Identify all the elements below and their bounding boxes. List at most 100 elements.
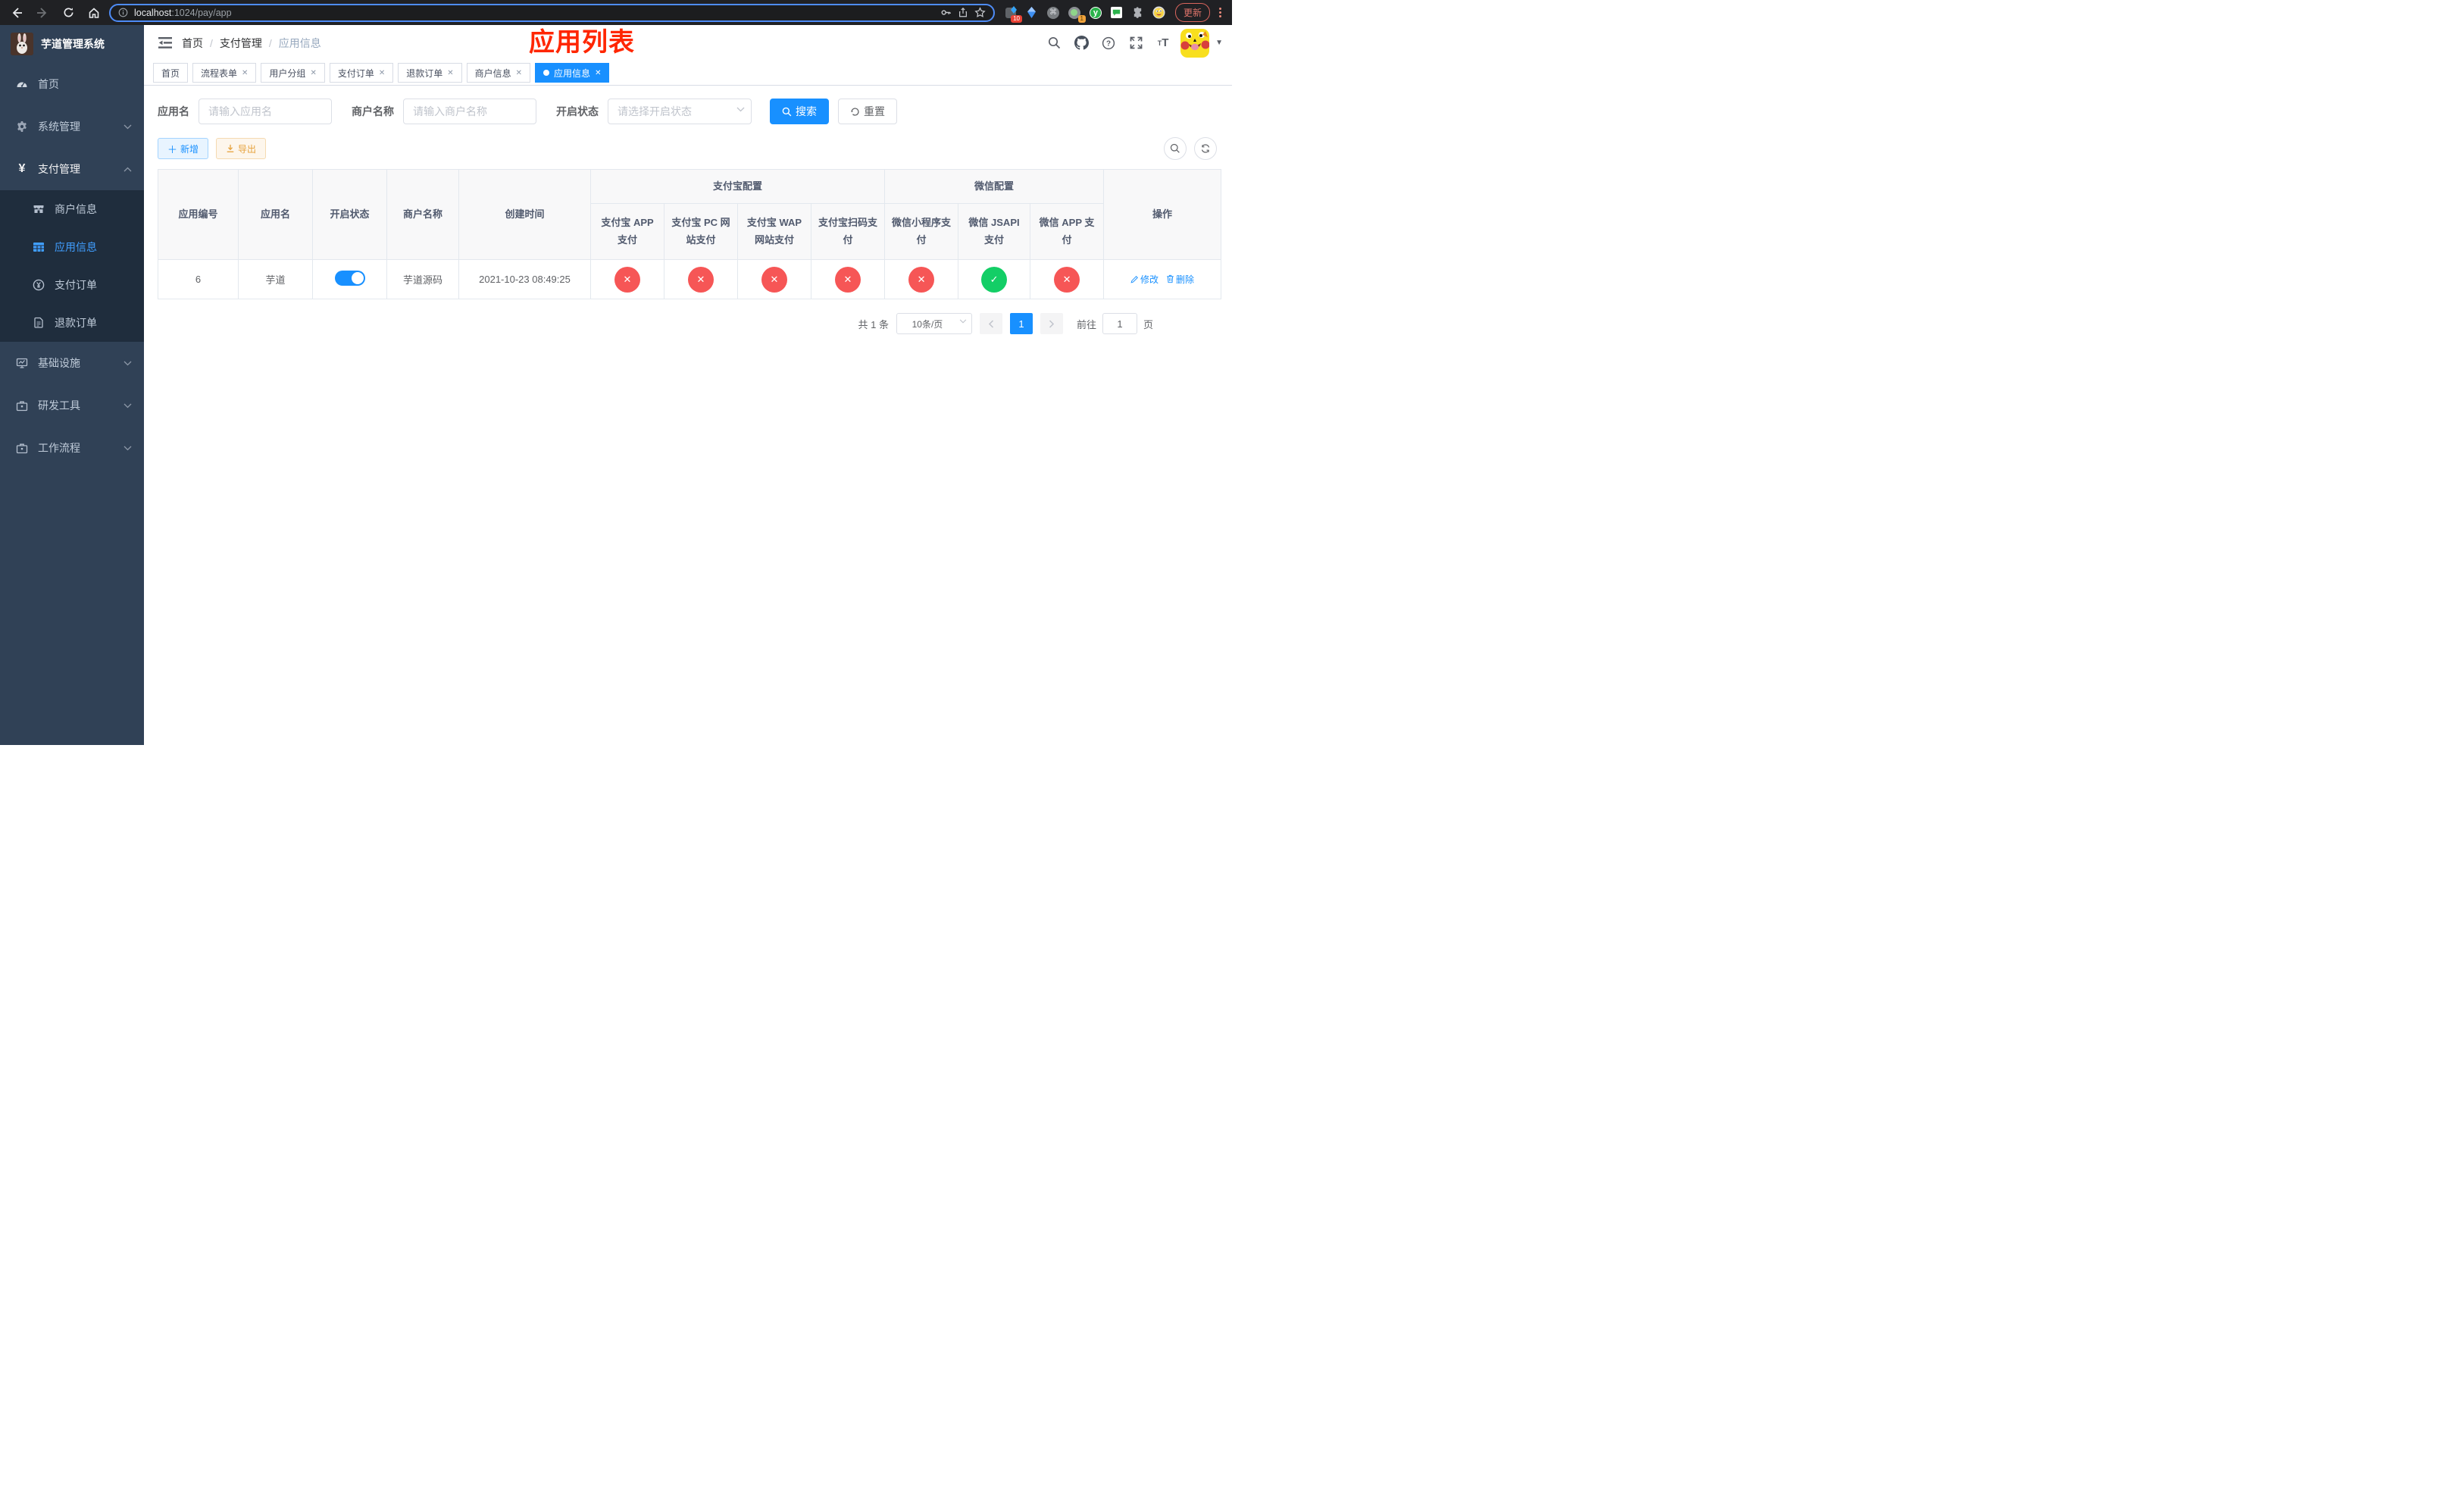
tab-home[interactable]: 首页 [153, 63, 189, 83]
goto-page-input[interactable] [1102, 313, 1137, 334]
export-button-label: 导出 [238, 143, 257, 155]
sidebar-item-home[interactable]: 首页 [0, 63, 144, 105]
reset-button[interactable]: 重置 [838, 99, 897, 124]
chrome-menu-button[interactable] [1215, 8, 1226, 17]
chat-extension-icon[interactable] [1110, 6, 1124, 20]
browser-home-button[interactable] [83, 2, 105, 23]
sidebar-item-label: 退款订单 [55, 317, 97, 329]
github-icon[interactable] [1071, 33, 1091, 53]
chrome-update-button[interactable]: 更新 [1174, 3, 1210, 22]
channel-disabled-icon [908, 266, 935, 293]
site-info-icon[interactable] [118, 8, 128, 17]
tab-close-icon[interactable]: ✕ [379, 69, 385, 77]
tab-refund-order[interactable]: 退款订单 ✕ [398, 63, 462, 83]
sidebar-item-label: 系统管理 [38, 121, 80, 133]
chevron-down-icon [124, 124, 132, 130]
tab-label: 商户信息 [474, 67, 511, 79]
url-bar[interactable]: localhost:1024/pay/app [109, 3, 995, 22]
y-extension-icon[interactable]: y [1089, 6, 1102, 20]
browser-forward-button[interactable] [32, 2, 53, 23]
show-search-button[interactable] [1164, 137, 1187, 160]
drop-extension-icon[interactable] [1025, 6, 1039, 20]
tab-user-group[interactable]: 用户分组 ✕ [261, 63, 325, 83]
edit-link[interactable]: 修改 [1130, 273, 1159, 286]
status-select[interactable] [608, 99, 752, 124]
tab-close-icon[interactable]: ✕ [310, 69, 316, 77]
search-button[interactable]: 搜索 [770, 99, 829, 124]
reset-button-label: 重置 [864, 105, 885, 117]
status-label: 开启状态 [556, 105, 599, 117]
briefcase-icon [15, 400, 29, 412]
cell-app-name: 芋道 [238, 259, 313, 299]
refresh-button[interactable] [1194, 137, 1217, 160]
breadcrumb-pay[interactable]: 支付管理 [220, 36, 262, 51]
sidebar-item-label: 商户信息 [55, 203, 97, 215]
sidebar-item-app-info[interactable]: 应用信息 [0, 228, 144, 266]
pin-extension-icon[interactable]: 10 [1004, 5, 1022, 23]
sidebar-item-devtools[interactable]: 研发工具 [0, 384, 144, 427]
puzzle-extension-icon[interactable] [1131, 6, 1145, 20]
delete-link[interactable]: 删除 [1166, 273, 1194, 286]
col-alipay-pc: 支付宝 PC 网站支付 [664, 203, 738, 260]
command-extension-icon[interactable]: ⌘ [1046, 6, 1060, 20]
export-button[interactable]: 导出 [216, 138, 267, 159]
prev-page-button[interactable] [979, 313, 1002, 334]
tab-merchant-info[interactable]: 商户信息 ✕ [466, 63, 531, 83]
sidebar-item-refund-order[interactable]: 退款订单 [0, 304, 144, 342]
browser-reload-button[interactable] [58, 2, 79, 23]
add-button-label: 新增 [180, 143, 199, 155]
page-size-select[interactable] [896, 313, 972, 334]
breadcrumb-home[interactable]: 首页 [182, 36, 203, 51]
gear-icon [15, 121, 29, 133]
dashboard-icon [15, 78, 29, 90]
user-avatar[interactable] [1180, 28, 1210, 58]
fullscreen-icon[interactable] [1126, 33, 1146, 53]
next-page-button[interactable] [1040, 313, 1063, 334]
tab-close-icon[interactable]: ✕ [516, 69, 522, 77]
emoji-extension-icon[interactable] [1152, 6, 1166, 20]
tab-process-form[interactable]: 流程表单 ✕ [192, 63, 257, 83]
status-toggle[interactable] [334, 271, 365, 286]
page-size-value[interactable] [896, 313, 972, 334]
add-button[interactable]: ＋ 新增 [158, 138, 209, 159]
cell-app-id: 6 [158, 259, 239, 299]
app-logo[interactable]: 芋道管理系统 [0, 25, 144, 63]
cell-alipay-qr [810, 259, 886, 299]
sidebar-item-label: 支付订单 [55, 279, 97, 291]
tab-close-icon[interactable]: ✕ [595, 69, 601, 77]
app-title: 芋道管理系统 [41, 38, 105, 50]
pay-submenu: 商户信息 应用信息 支付订单 退款订单 [0, 190, 144, 342]
sidebar-item-label: 基础设施 [38, 357, 80, 369]
sidebar-item-pay[interactable]: ¥ 支付管理 [0, 148, 144, 190]
page-annotation-title: 应用列表 [529, 28, 635, 57]
plus-icon: ＋ [167, 143, 178, 155]
search-icon[interactable] [1044, 33, 1064, 53]
password-key-icon[interactable] [940, 7, 952, 18]
proxy-extension-icon[interactable]: 1 [1068, 6, 1086, 23]
font-size-icon[interactable]: TT [1153, 33, 1173, 53]
status-select-input[interactable] [608, 99, 752, 124]
sidebar-item-infra[interactable]: 基础设施 [0, 342, 144, 384]
app-name-input[interactable] [199, 99, 332, 124]
share-icon[interactable] [958, 7, 968, 18]
sidebar-item-pay-order[interactable]: 支付订单 [0, 266, 144, 304]
sidebar-item-merchant-info[interactable]: 商户信息 [0, 190, 144, 228]
chevron-down-icon[interactable]: ▼ [1215, 39, 1223, 47]
browser-back-button[interactable] [6, 2, 27, 23]
page-number-current[interactable]: 1 [1009, 313, 1033, 334]
table-row: 6 芋道 芋道源码 2021-10-23 08:49:25 ✕ ✕ ✕ ✕ ✕ … [158, 259, 1222, 299]
sidebar-item-label: 研发工具 [38, 399, 80, 412]
bookmark-star-icon[interactable] [974, 7, 986, 18]
tab-app-info[interactable]: 应用信息 ✕ [535, 63, 610, 83]
tab-pay-order[interactable]: 支付订单 ✕ [329, 63, 394, 83]
cell-wechat-lite [884, 259, 959, 299]
tab-close-icon[interactable]: ✕ [447, 69, 453, 77]
sidebar-item-system[interactable]: 系统管理 [0, 105, 144, 148]
sidebar-collapse-icon[interactable] [153, 31, 177, 55]
help-icon[interactable]: ? [1099, 33, 1118, 53]
merchant-name-input[interactable] [403, 99, 536, 124]
tab-close-icon[interactable]: ✕ [242, 69, 248, 77]
chevron-down-icon [124, 403, 132, 408]
cell-wechat-app [1030, 259, 1105, 299]
sidebar-item-workflow[interactable]: 工作流程 [0, 427, 144, 469]
